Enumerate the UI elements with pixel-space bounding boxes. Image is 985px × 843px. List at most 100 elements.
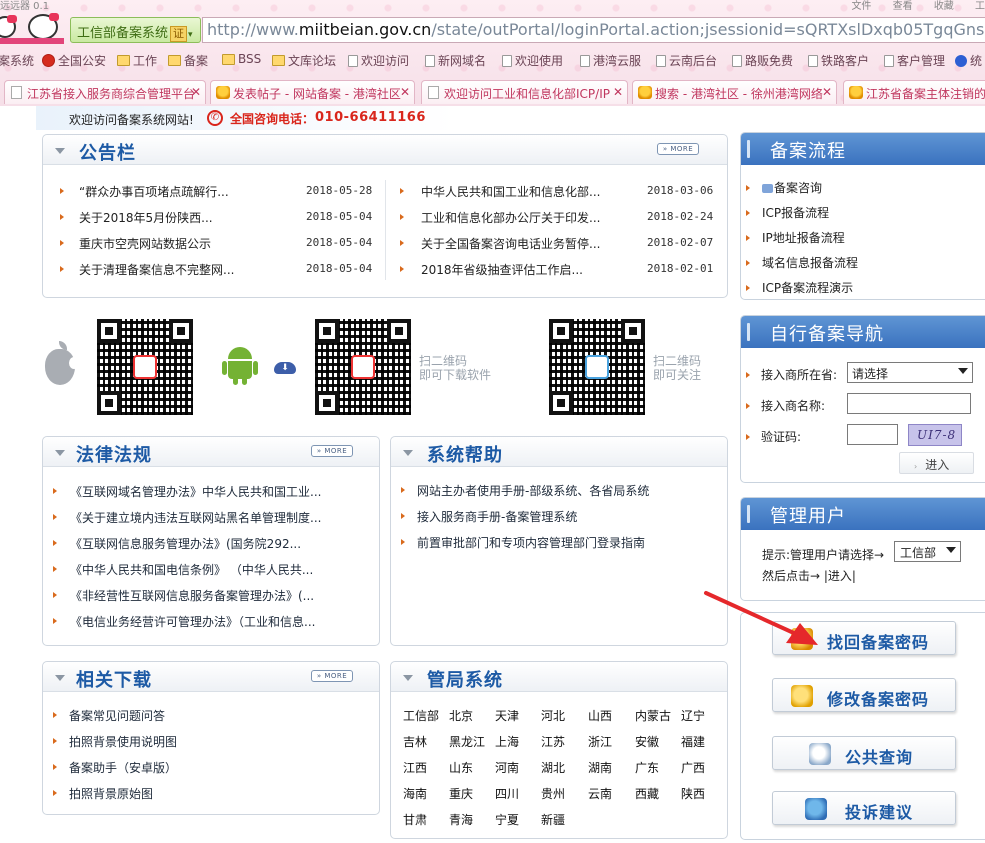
complaint-button[interactable]: 投诉建议 xyxy=(772,791,956,825)
bookmark-item[interactable]: 新网域名 xyxy=(425,52,486,69)
consult-icon xyxy=(762,184,773,193)
bureau-link[interactable]: 湖南 xyxy=(588,759,612,776)
admin-header: 管理用户 xyxy=(741,498,985,530)
bullet-arrow-icon xyxy=(400,214,404,220)
bureau-link[interactable]: 安徽 xyxy=(635,733,659,750)
close-icon[interactable]: ✕ xyxy=(822,85,832,99)
bureau-link[interactable]: 福建 xyxy=(681,733,705,750)
bureau-link[interactable]: 云南 xyxy=(588,785,612,802)
bullet-arrow-icon xyxy=(53,618,57,624)
close-icon[interactable]: ✕ xyxy=(613,85,623,99)
downloads-header: 相关下载 » MORE xyxy=(43,662,379,692)
bureau-link[interactable]: 浙江 xyxy=(588,733,612,750)
bureau-link[interactable]: 青海 xyxy=(449,811,473,828)
bureau-link[interactable]: 江西 xyxy=(403,759,427,776)
bookmark-folder[interactable]: 备案 xyxy=(168,52,208,69)
complaint-label: 投诉建议 xyxy=(845,803,914,822)
bureau-link[interactable]: 新疆 xyxy=(541,811,565,828)
captcha-input[interactable] xyxy=(847,424,898,445)
admin-then: 然后点击→ |进入| xyxy=(762,569,856,583)
bureau-link[interactable]: 北京 xyxy=(449,707,473,724)
triangle-down-icon xyxy=(403,675,413,681)
browser-tab-active[interactable]: 欢迎访问工业和信息化部ICP/IP ✕ xyxy=(421,80,628,104)
address-bar[interactable]: http://www.miitbeian.gov.cn/state/outPor… xyxy=(202,17,985,43)
browser-tab[interactable]: 江苏省接入服务商综合管理平台 ✕ xyxy=(4,80,206,104)
bureau-link[interactable]: 内蒙古 xyxy=(635,707,671,724)
bureau-link[interactable]: 辽宁 xyxy=(681,707,705,724)
bureau-link[interactable]: 海南 xyxy=(403,785,427,802)
news-date: 2018-05-04 xyxy=(306,210,373,223)
bookmark-item[interactable]: 港湾云服 xyxy=(580,52,641,69)
bureau-link[interactable]: 山西 xyxy=(588,707,612,724)
process-item[interactable]: ICP报备流程 xyxy=(746,204,829,221)
bookmark-item[interactable]: 欢迎使用 xyxy=(502,52,563,69)
bulletin-more-button[interactable]: » MORE xyxy=(657,143,699,155)
bureau-link[interactable]: 重庆 xyxy=(449,785,473,802)
browser-tab[interactable]: 搜索 - 港湾社区 - 徐州港湾网络 ✕ xyxy=(632,80,837,104)
browser-tab[interactable]: 发表帖子 - 网站备案 - 港湾社区 ✕ xyxy=(210,80,415,104)
bureau-link[interactable]: 上海 xyxy=(495,733,519,750)
self-nav-header: 自行备案导航 xyxy=(741,316,985,348)
bookmark-folder[interactable]: 文库论坛 xyxy=(272,52,336,69)
bureau-link[interactable]: 西藏 xyxy=(635,785,659,802)
provider-name-input[interactable] xyxy=(847,393,971,414)
change-password-button[interactable]: 修改备案密码 xyxy=(772,678,956,712)
browser-tab[interactable]: 江苏省备案主体注销的 xyxy=(843,80,985,104)
bureau-link[interactable]: 广西 xyxy=(681,759,705,776)
bureau-link[interactable]: 湖北 xyxy=(541,759,565,776)
bureau-link[interactable]: 四川 xyxy=(495,785,519,802)
menu-file[interactable]: 文件 xyxy=(851,1,871,12)
bookmark-item[interactable]: 路贩免费 xyxy=(732,52,793,69)
bookmark-item[interactable]: 全国公安 xyxy=(42,52,106,69)
admin-enter-link[interactable]: |进入| xyxy=(824,569,856,583)
menu-view[interactable]: 查看 xyxy=(893,1,913,12)
chevron-down-icon xyxy=(958,368,968,374)
site-identity-label: 工信部备案系统 xyxy=(77,26,169,41)
site-identity-badge[interactable]: 工信部备案系统证 ▾ xyxy=(70,17,201,43)
process-item[interactable]: IP地址报备流程 xyxy=(746,229,845,246)
bureau-link[interactable]: 江苏 xyxy=(541,733,565,750)
bureau-link[interactable]: 甘肃 xyxy=(403,811,427,828)
chevron-down-icon xyxy=(946,547,956,553)
bookmark-folder[interactable]: BSS xyxy=(222,52,261,66)
provider-name-label: 接入商名称: xyxy=(746,397,825,414)
bullet-arrow-icon xyxy=(53,540,57,546)
bureau-link[interactable]: 河南 xyxy=(495,759,519,776)
public-query-button[interactable]: 公共查询 xyxy=(772,736,956,770)
downloads-more-button[interactable]: » MORE xyxy=(311,670,353,682)
self-nav-enter-button[interactable]: › 进入 xyxy=(899,452,974,474)
bookmark-item[interactable]: 案系统 xyxy=(0,52,34,69)
bureau-link[interactable]: 山东 xyxy=(449,759,473,776)
follow-hint: 扫二维码 即可关注 xyxy=(653,354,702,382)
admin-hint: 提示:管理用户请选择→ xyxy=(762,548,885,562)
bookmark-item[interactable]: 欢迎访问 xyxy=(348,52,409,69)
bookmark-item[interactable]: 铁路客户 xyxy=(808,52,869,69)
bureau-link[interactable]: 贵州 xyxy=(541,785,565,802)
bureau-link[interactable]: 广东 xyxy=(635,759,659,776)
bureau-link[interactable]: 吉林 xyxy=(403,733,427,750)
province-select[interactable]: 请选择 xyxy=(847,362,973,383)
bullet-arrow-icon xyxy=(53,712,57,718)
bureau-link[interactable]: 河北 xyxy=(541,707,565,724)
bureau-link[interactable]: 工信部 xyxy=(403,707,439,724)
admin-bureau-select[interactable]: 工信部 xyxy=(894,541,961,562)
captcha-image[interactable]: UI7-8 xyxy=(908,424,962,446)
bureau-link[interactable]: 陕西 xyxy=(681,785,705,802)
lock-edit-icon xyxy=(791,685,813,707)
process-item[interactable]: 备案咨询 xyxy=(746,179,822,196)
laws-more-button[interactable]: » MORE xyxy=(311,445,353,457)
process-item[interactable]: ICP备案流程演示 xyxy=(746,279,853,296)
close-icon[interactable]: ✕ xyxy=(191,85,201,99)
bookmark-item[interactable]: 统 xyxy=(955,52,982,69)
bureau-link[interactable]: 宁夏 xyxy=(495,811,519,828)
bureau-link[interactable]: 天津 xyxy=(495,707,519,724)
menu-favorites[interactable]: 收藏 xyxy=(934,1,954,12)
bookmark-item[interactable]: 云南后台 xyxy=(656,52,717,69)
document-search-icon xyxy=(809,743,831,765)
process-item[interactable]: 域名信息报备流程 xyxy=(746,254,858,271)
bookmark-folder[interactable]: 工作 xyxy=(117,52,157,69)
bureau-link[interactable]: 黑龙江 xyxy=(449,733,485,750)
close-icon[interactable]: ✕ xyxy=(400,85,410,99)
bookmark-item[interactable]: 客户管理 xyxy=(884,52,945,69)
menu-tools[interactable]: 工 xyxy=(975,1,985,12)
